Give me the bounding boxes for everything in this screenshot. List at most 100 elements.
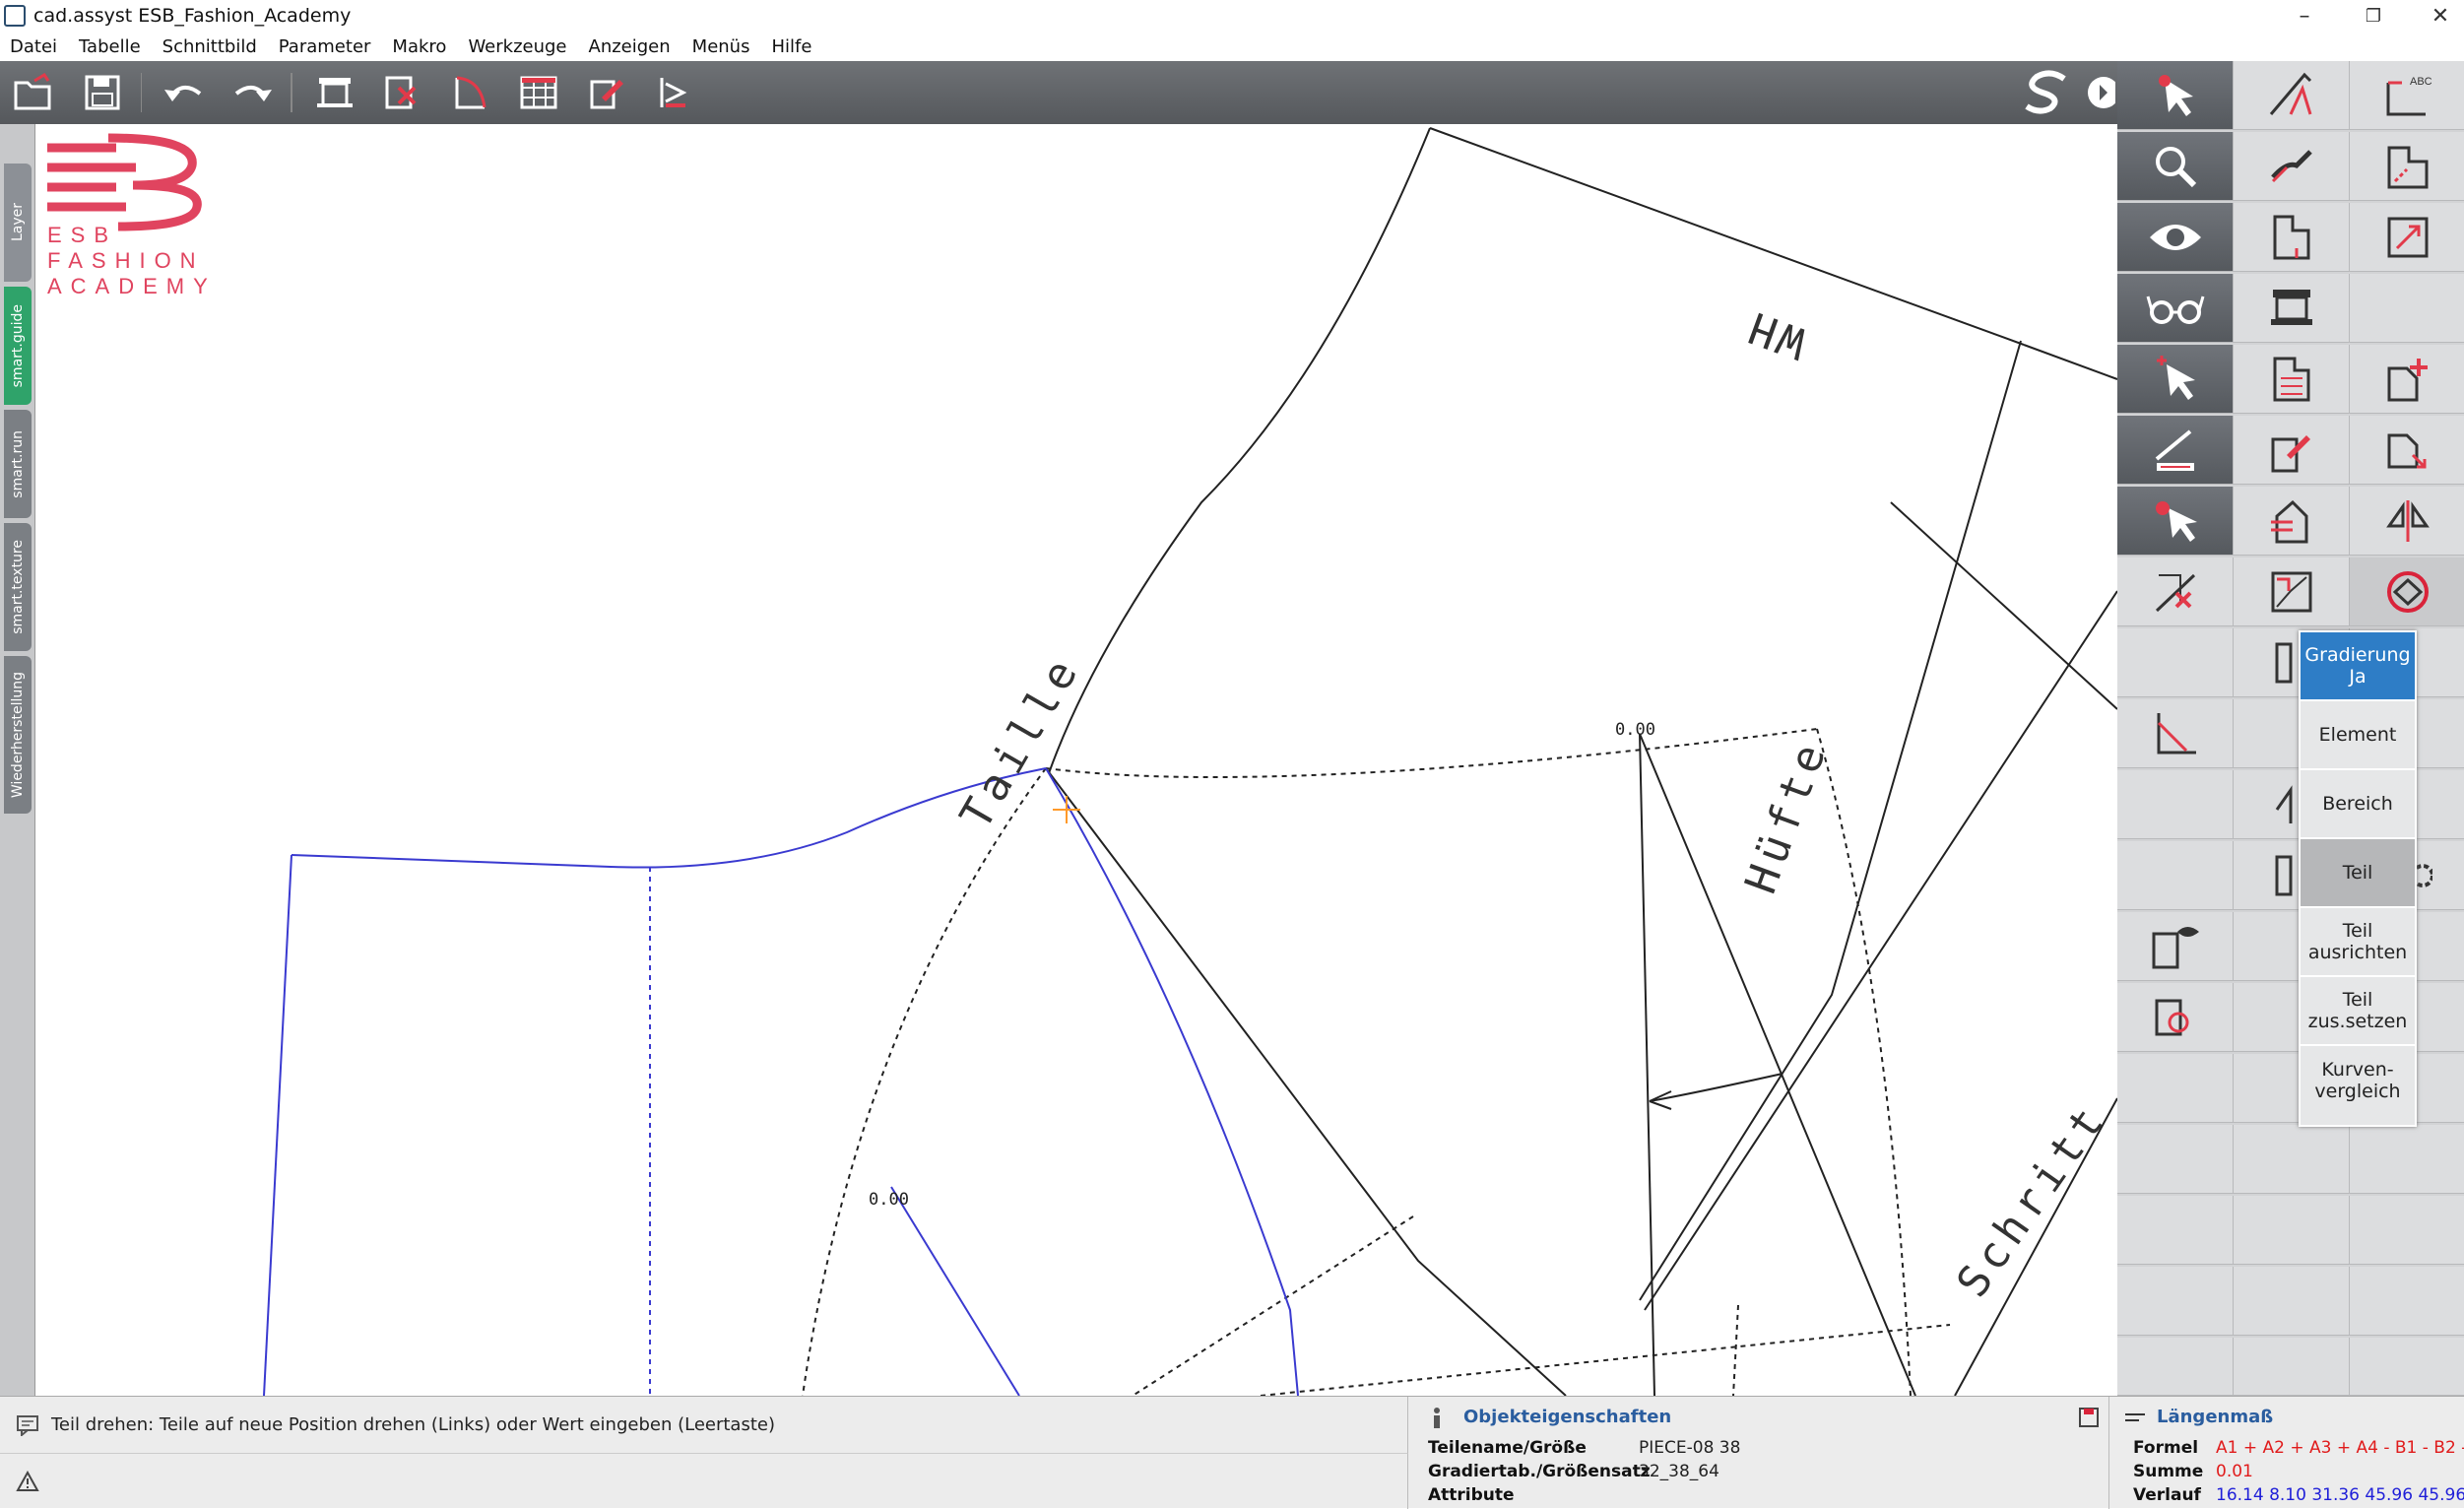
piece-settings-tool-button[interactable] xyxy=(2117,983,2234,1052)
draw-tool-button[interactable] xyxy=(2234,61,2350,130)
empty-slot xyxy=(2117,841,2234,910)
view-tool-button[interactable] xyxy=(2117,203,2234,272)
menu-tabelle[interactable]: Tabelle xyxy=(68,36,152,57)
save-properties-icon[interactable] xyxy=(2078,1407,2100,1428)
piece-seam-icon xyxy=(2387,146,2428,188)
laengenmass-title: Längenmaß xyxy=(2157,1407,2274,1427)
logo-text-fashion: FASHION xyxy=(47,248,205,273)
view-piece-tool-button[interactable] xyxy=(2117,912,2234,981)
warning-icon xyxy=(16,1471,39,1491)
empty-slot xyxy=(2117,1125,2234,1194)
zoom-tool-button[interactable] xyxy=(2117,132,2234,201)
piece-eye-icon xyxy=(2152,926,2199,968)
rotate-piece-tool-button[interactable] xyxy=(2350,558,2464,626)
redo-button[interactable] xyxy=(227,66,279,119)
corner-tool-button[interactable] xyxy=(2117,699,2234,768)
mirror-piece-tool-button[interactable] xyxy=(2350,487,2464,556)
menu-makro[interactable]: Makro xyxy=(381,36,457,57)
tab-smart-texture[interactable]: smart.texture xyxy=(4,523,32,651)
empty-slot xyxy=(2234,1267,2350,1336)
tab-smart-run[interactable]: smart.run xyxy=(4,410,32,518)
main-toolbar xyxy=(0,61,2117,124)
copy-piece-tool-button[interactable] xyxy=(2350,416,2464,485)
minimize-button[interactable]: – xyxy=(2275,0,2334,32)
expand-arrow-button[interactable] xyxy=(2082,66,2117,119)
split-piece-tool-button[interactable] xyxy=(2234,487,2350,556)
select-point-tool-button[interactable] xyxy=(2117,345,2234,414)
plot-tool-button[interactable] xyxy=(2234,274,2350,343)
toolbar-separator xyxy=(290,73,292,112)
popup-bereich[interactable]: Bereich xyxy=(2301,770,2415,839)
piece-outline-button[interactable] xyxy=(444,66,496,119)
plotter-button[interactable] xyxy=(308,66,360,119)
piece-layout-tool-button[interactable] xyxy=(2234,558,2350,626)
empty-slot xyxy=(2117,1196,2234,1265)
undo-button[interactable] xyxy=(158,66,210,119)
logo-text-academy: ACADEMY xyxy=(47,274,217,298)
tab-wiederherstellung[interactable]: Wiederherstellung xyxy=(4,656,32,814)
prop-value-teilename: PIECE-08 38 xyxy=(1639,1438,1741,1458)
menu-werkzeuge[interactable]: Werkzeuge xyxy=(457,36,577,57)
tab-smart-guide[interactable]: smart.guide xyxy=(4,287,32,405)
menu-menues[interactable]: Menüs xyxy=(681,36,761,57)
window-title: cad.assyst ESB_Fashion_Academy xyxy=(33,5,352,27)
delete-piece-button[interactable] xyxy=(376,66,428,119)
export-button[interactable] xyxy=(649,66,701,119)
menu-parameter[interactable]: Parameter xyxy=(268,36,382,57)
message-icon xyxy=(17,1414,38,1436)
delete-point-tool-button[interactable] xyxy=(2117,558,2234,626)
restore-button[interactable]: ❐ xyxy=(2344,0,2403,32)
folder-open-icon xyxy=(14,73,51,110)
measure-tool-button[interactable] xyxy=(2117,416,2234,485)
pattern-lines xyxy=(1045,127,2117,1396)
empty-slot xyxy=(2234,1196,2350,1265)
table-button[interactable] xyxy=(513,66,565,119)
glasses-tool-button[interactable] xyxy=(2117,274,2234,343)
plotter-icon xyxy=(316,78,353,107)
scale-piece-tool-button[interactable] xyxy=(2350,203,2464,272)
menu-datei[interactable]: Datei xyxy=(0,36,68,57)
prop-label-teilename: Teilename/Größe xyxy=(1428,1438,1587,1458)
menu-schnittbild[interactable]: Schnittbild xyxy=(152,36,268,57)
pattern-drawing: ESB FASHION ACADEMY Taille Hüfte WH Schr… xyxy=(47,127,2117,1396)
popup-gradierung-ja[interactable]: Gradierung Ja xyxy=(2301,632,2415,701)
add-piece-tool-button[interactable] xyxy=(2350,345,2464,414)
empty-slot xyxy=(2117,1054,2234,1123)
laeng-value-formel: A1 + A2 + A3 + A4 - B1 - B2 - B3 xyxy=(2216,1438,2464,1458)
piece-notch-tool-button[interactable] xyxy=(2234,203,2350,272)
piece-copy-icon xyxy=(2387,433,2426,468)
app-icon xyxy=(4,5,26,27)
edit-piece-tool-button[interactable] xyxy=(2234,416,2350,485)
open-file-button[interactable] xyxy=(8,66,60,119)
tab-layer[interactable]: Layer xyxy=(4,164,32,282)
popup-element[interactable]: Element xyxy=(2301,701,2415,770)
popup-teil-zussetzen[interactable]: Teil zus.setzen xyxy=(2301,977,2415,1046)
empty-slot xyxy=(2350,1196,2464,1265)
magnet-arrow-icon xyxy=(2155,500,2197,542)
magnet-select-tool-button[interactable] xyxy=(2117,487,2234,556)
popup-kurvenvergleich[interactable]: Kurven-vergleich xyxy=(2301,1046,2415,1115)
label-huefte: Hüfte xyxy=(1735,733,1837,900)
text-tool-button[interactable]: ABC xyxy=(2350,61,2464,130)
tab-smart-texture-label: smart.texture xyxy=(10,540,26,634)
save-button[interactable] xyxy=(76,66,128,119)
empty-slot xyxy=(2350,1125,2464,1194)
grade-table-tool-button[interactable] xyxy=(2234,345,2350,414)
seam-tool-button[interactable] xyxy=(2350,132,2464,201)
close-button[interactable]: ✕ xyxy=(2411,0,2464,32)
menu-anzeigen[interactable]: Anzeigen xyxy=(578,36,681,57)
select-tool-button[interactable] xyxy=(2117,61,2234,130)
drawing-canvas[interactable]: ESB FASHION ACADEMY Taille Hüfte WH Schr… xyxy=(35,124,2117,1396)
plot-icon xyxy=(2270,289,2312,325)
empty-slot xyxy=(2234,1338,2350,1396)
piece-rotate-icon xyxy=(2386,570,2429,613)
piece-gear-icon xyxy=(2155,999,2188,1035)
edit-piece-button[interactable] xyxy=(581,66,633,119)
properties-title: Objekteigenschaften xyxy=(1463,1407,1672,1427)
tab-smart-run-label: smart.run xyxy=(10,429,26,498)
popup-teil-ausrichten[interactable]: Teil ausrichten xyxy=(2301,908,2415,977)
popup-teil[interactable]: Teil xyxy=(2301,839,2415,908)
menu-hilfe[interactable]: Hilfe xyxy=(760,36,822,57)
piece-outline-icon xyxy=(455,76,486,109)
brush-tool-button[interactable] xyxy=(2234,132,2350,201)
